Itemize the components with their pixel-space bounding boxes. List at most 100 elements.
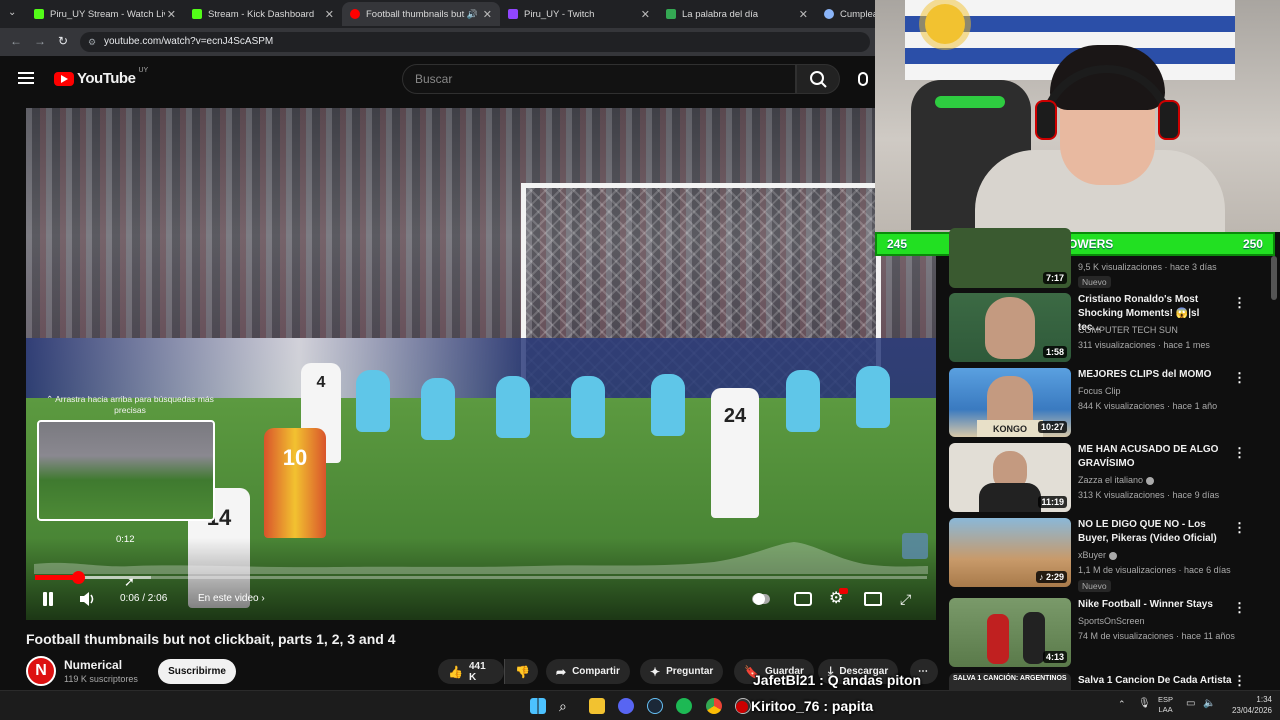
discord-icon[interactable] xyxy=(618,698,634,714)
verified-icon xyxy=(1109,551,1118,560)
back-arrow-icon[interactable]: ← xyxy=(10,34,22,48)
video-frame-keeper xyxy=(786,370,820,432)
duration-badge: 11:19 xyxy=(1038,496,1067,508)
verified-icon xyxy=(1146,476,1155,485)
url-field[interactable]: ⚙ youtube.com/watch?v=ecnJ4ScASPM xyxy=(80,32,870,52)
more-options-icon[interactable]: ⋮ xyxy=(1233,445,1246,461)
microphone-icon[interactable] xyxy=(858,72,868,86)
site-info-icon[interactable]: ⚙ xyxy=(88,32,96,52)
recommended-video[interactable]: 7:17 9,5 K visualizaciones · hace 3 días… xyxy=(949,228,1249,288)
tab-list-chevron-icon[interactable]: ⌄ xyxy=(8,7,16,18)
autoplay-toggle[interactable] xyxy=(752,590,770,608)
channel-avatar[interactable]: N xyxy=(26,656,56,686)
tab-kick-stream[interactable]: Piru_UY Stream - Watch Live on ✕ xyxy=(26,2,184,26)
video-title: ME HAN ACUSADO DE ALGO GRAVÍSIMO xyxy=(1078,444,1219,469)
recommended-video[interactable]: ♪ 2:29 NO LE DIGO QUE NO - Los Buyer, Pi… xyxy=(949,518,1249,592)
tray-mic-icon[interactable]: 🎙 xyxy=(1138,698,1151,709)
video-meta: 1,1 M de visualizaciones · hace 6 días xyxy=(1078,565,1231,575)
pause-button[interactable] xyxy=(40,591,56,607)
tray-overflow-icon[interactable]: ⌃ xyxy=(1118,699,1126,710)
close-tab-icon[interactable]: ✕ xyxy=(325,8,334,21)
followers-current: 245 xyxy=(887,237,908,251)
file-explorer-icon[interactable] xyxy=(589,698,605,714)
video-frame-keeper xyxy=(651,374,685,436)
kick-icon xyxy=(192,9,202,19)
video-thumbnail: ♪ 2:29 xyxy=(949,518,1071,587)
video-frame-player: 24 xyxy=(711,388,759,518)
tab-youtube-video[interactable]: Football thumbnails but no 🔊 ✕ xyxy=(342,2,500,26)
recommended-video[interactable]: 1:58 Cristiano Ronaldo's Most Shocking M… xyxy=(949,293,1249,363)
windows-taskbar: ⌕ ⌃ 🎙 ESP LAA ▭ 🔈 1:34 23/04/2026 xyxy=(0,690,1280,720)
more-options-icon[interactable]: ⋮ xyxy=(1233,370,1246,386)
tab-palabra-del-dia[interactable]: La palabra del día ✕ xyxy=(658,2,816,26)
network-icon[interactable]: ▭ xyxy=(1186,698,1195,709)
subtitles-icon[interactable] xyxy=(794,592,812,606)
search-icon[interactable]: ⌕ xyxy=(559,698,575,714)
forward-arrow-icon[interactable]: → xyxy=(34,34,46,48)
kick-icon xyxy=(34,9,44,19)
youtube-logo[interactable]: YouTube UY xyxy=(54,67,148,87)
chapter-button[interactable]: En este video › xyxy=(198,593,265,604)
tab-twitch[interactable]: Piru_UY - Twitch ✕ xyxy=(500,2,658,26)
progress-scrubber-handle[interactable] xyxy=(72,571,85,584)
progress-track[interactable] xyxy=(35,576,927,579)
video-channel: xBuyer xyxy=(1078,550,1118,560)
close-tab-icon[interactable]: ✕ xyxy=(483,8,492,21)
more-options-icon[interactable]: ⋮ xyxy=(1233,295,1246,311)
close-tab-icon[interactable]: ✕ xyxy=(167,8,176,21)
tab-label: Piru_UY - Twitch xyxy=(524,8,595,20)
clock[interactable]: 1:34 23/04/2026 xyxy=(1232,694,1272,716)
windows-start-icon[interactable] xyxy=(530,698,546,714)
chat-message: JafetBl21 : Q andas piton xyxy=(753,672,922,688)
recommended-video[interactable]: SALVA 1 CANCIÓN: ARGENTINOS Salva 1 Canc… xyxy=(949,673,1249,690)
drag-hint-text: ⌃ Arrastra hacia arriba para búsquedas m… xyxy=(46,394,214,415)
input-language[interactable]: ESP LAA xyxy=(1158,695,1173,715)
tab-kick-dashboard[interactable]: Stream - Kick Dashboard ✕ xyxy=(184,2,342,26)
hamburger-menu-icon[interactable] xyxy=(18,72,34,84)
most-replayed-heatmap xyxy=(34,542,928,574)
reload-icon[interactable]: ↻ xyxy=(58,34,68,48)
audio-playing-icon[interactable]: 🔊 xyxy=(467,9,478,20)
new-badge: Nuevo xyxy=(1078,276,1111,288)
more-options-icon[interactable]: ⋮ xyxy=(1233,600,1246,616)
share-button[interactable]: ➦ Compartir xyxy=(546,659,630,684)
video-title: Salva 1 Cancion De Cada Artista xyxy=(1078,675,1232,686)
channel-subscribers: 119 K suscriptores xyxy=(64,674,138,684)
spotify-icon[interactable] xyxy=(676,698,692,714)
logo-text: YouTube xyxy=(77,70,136,87)
search-input[interactable]: Buscar xyxy=(402,64,796,94)
recommended-video[interactable]: KONGO 10:27 MEJORES CLIPS del MOMO Focus … xyxy=(949,368,1249,438)
subscribe-button[interactable]: Suscribirme xyxy=(158,659,236,684)
channel-name[interactable]: Numerical xyxy=(64,658,122,672)
headphone-earcup xyxy=(1158,100,1180,140)
video-player[interactable]: 4 24 10 14 ⌃ Arrastra hacia arriba para … xyxy=(26,108,936,620)
video-channel: Focus Clip xyxy=(1078,386,1121,396)
recommended-video[interactable]: 11:19 ME HAN ACUSADO DE ALGO GRAVÍSIMO Z… xyxy=(949,443,1249,513)
like-button[interactable]: 👍 441 K xyxy=(438,659,504,684)
tab-label: La palabra del día xyxy=(682,8,759,20)
fullscreen-icon[interactable]: ⤢ xyxy=(900,590,918,608)
search-button[interactable] xyxy=(796,64,840,94)
jersey-number: 10 xyxy=(282,445,308,470)
ask-button[interactable]: ✦ Preguntar xyxy=(640,659,724,684)
more-options-icon[interactable]: ⋮ xyxy=(1233,520,1246,536)
duration-badge: 7:17 xyxy=(1042,272,1067,284)
speaker-icon[interactable]: 🔈 xyxy=(1203,698,1215,709)
channel-watermark xyxy=(902,533,928,559)
tab-cumpleanos[interactable]: Cumplea xyxy=(816,2,876,26)
duration-badge: 10:27 xyxy=(1037,421,1067,433)
sidebar-scrollbar[interactable] xyxy=(1271,256,1277,300)
volume-icon[interactable] xyxy=(78,590,98,608)
recommended-video[interactable]: 4:13 Nike Football - Winner Stays Sports… xyxy=(949,598,1249,668)
close-tab-icon[interactable]: ✕ xyxy=(641,8,650,21)
chrome-icon[interactable] xyxy=(706,698,722,714)
steam-icon[interactable] xyxy=(647,698,663,714)
dislike-button[interactable]: 👎 xyxy=(504,659,538,684)
theater-mode-icon[interactable] xyxy=(864,592,882,606)
close-tab-icon[interactable]: ✕ xyxy=(799,8,808,21)
more-options-icon[interactable]: ⋮ xyxy=(1233,673,1246,689)
settings-gear-icon[interactable]: ⚙ xyxy=(829,588,848,608)
headphone-earcup xyxy=(1035,100,1057,140)
video-channel: Zazza el italiano xyxy=(1078,475,1155,485)
video-meta: 844 K visualizaciones · hace 1 año xyxy=(1078,401,1218,411)
